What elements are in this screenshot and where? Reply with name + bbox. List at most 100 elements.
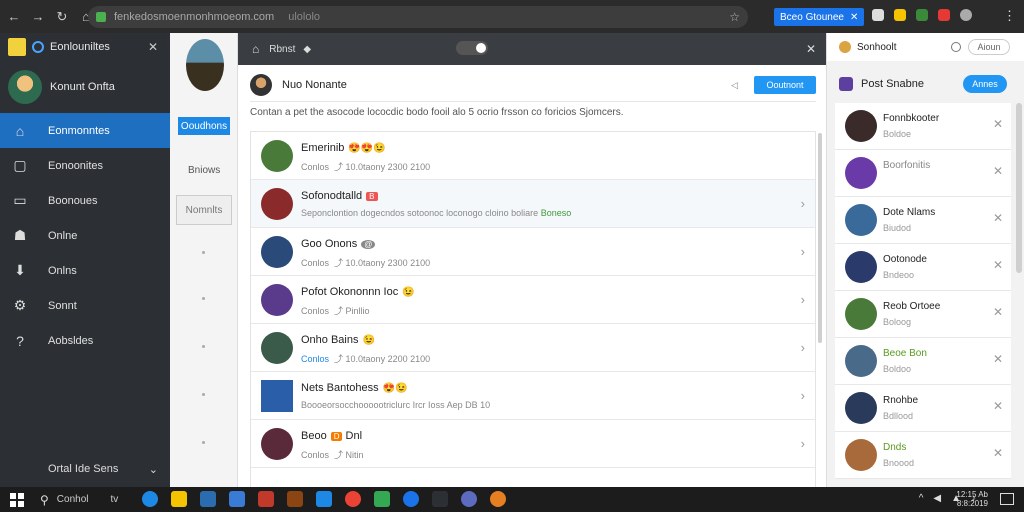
user-profile[interactable]: Konunt Onfta <box>0 61 170 113</box>
avatar[interactable] <box>186 39 224 91</box>
list-item[interactable]: Goo Onons @ Conlos ⤴ 10.0taony 2300 2100 … <box>251 228 815 276</box>
nav-item-downloads[interactable]: ⬇ Onlns <box>0 253 170 288</box>
close-icon[interactable]: ✕ <box>148 40 158 54</box>
task-view-icon[interactable]: tv <box>111 494 119 505</box>
list-item[interactable]: Reob Ortoee Boloog ✕ <box>835 291 1011 338</box>
list-item[interactable]: Onho Bains 😉 Conlos ⤴ 10.0taony 2200 2100… <box>251 324 815 372</box>
star-icon[interactable]: ☆ <box>729 10 740 24</box>
section-label[interactable]: Bniows <box>188 165 220 176</box>
extension-icon[interactable] <box>872 9 884 21</box>
chevron-up-icon[interactable]: ^ <box>919 493 924 504</box>
app-icon[interactable] <box>403 491 419 507</box>
chevron-right-icon[interactable]: › <box>801 292 805 307</box>
address-bar[interactable]: fenkedosmoenmonhmoeom.com ulololo ☆ <box>88 6 748 28</box>
folder-icon[interactable] <box>171 491 187 507</box>
clock[interactable]: 12:15 Ab 8:8:2019 <box>956 490 988 508</box>
app-icon[interactable] <box>432 491 448 507</box>
close-icon[interactable]: ✕ <box>993 305 1003 319</box>
chrome-icon[interactable] <box>345 491 361 507</box>
extension-tab[interactable]: Bceo Gtounee ✕ <box>774 8 865 26</box>
right-header-button[interactable]: Aioun <box>968 39 1010 55</box>
scrollbar[interactable] <box>1016 103 1022 273</box>
reload-icon[interactable]: ↻ <box>52 7 72 27</box>
nav-item-label: Onlne <box>48 229 78 242</box>
subheader-button[interactable]: Annes <box>963 75 1007 93</box>
triangle-icon[interactable]: ◁ <box>731 80 738 91</box>
close-icon[interactable]: ✕ <box>850 12 858 23</box>
app-icon[interactable] <box>461 491 477 507</box>
extension-icon[interactable] <box>938 9 950 21</box>
list-item[interactable]: Ootonode Bndeoo ✕ <box>835 244 1011 291</box>
close-icon[interactable]: ✕ <box>993 258 1003 272</box>
close-icon[interactable]: ✕ <box>993 211 1003 225</box>
menu-icon[interactable]: ⋮ <box>1003 8 1016 24</box>
app-icon[interactable] <box>316 491 332 507</box>
nav-item-home[interactable]: ⌂ Eonmonntes <box>0 113 170 148</box>
primary-button[interactable]: Ooudhons <box>178 117 230 135</box>
user-name: Konunt Onfta <box>50 81 115 93</box>
nav-item-label: Sonnt <box>48 299 77 312</box>
extension-tab-label: Bceo Gtounee <box>780 11 844 23</box>
close-icon[interactable]: ✕ <box>993 164 1003 178</box>
app-icon[interactable] <box>142 491 158 507</box>
chevron-right-icon[interactable]: › <box>801 244 805 259</box>
app-icon[interactable] <box>374 491 390 507</box>
list-item[interactable]: Beoe Bon Boldoo ✕ <box>835 338 1011 385</box>
extension-icon[interactable] <box>916 9 928 21</box>
extension-icon[interactable] <box>894 9 906 21</box>
close-icon[interactable]: ✕ <box>993 399 1003 413</box>
taskbar-search-label[interactable]: Conhol <box>57 494 89 505</box>
app-icon[interactable] <box>287 491 303 507</box>
list-item[interactable]: Dote Nlams Biudod ✕ <box>835 197 1011 244</box>
list-item[interactable]: Rnohbe Bdllood ✕ <box>835 385 1011 432</box>
nav-item-users[interactable]: ☗ Onlne <box>0 218 170 253</box>
toggle-switch[interactable] <box>456 41 488 55</box>
app-icon[interactable] <box>490 491 506 507</box>
app-icon[interactable] <box>200 491 216 507</box>
list-item[interactable]: Fonnbkooter Boldoe ✕ <box>835 103 1011 150</box>
status-badge: B <box>366 192 378 201</box>
gear-icon[interactable]: ◆ <box>303 44 311 55</box>
nav-item-settings[interactable]: ⚙ Sonnt <box>0 288 170 323</box>
avatar[interactable] <box>250 74 272 96</box>
avatar <box>845 110 877 142</box>
list-item[interactable]: Sofonodtalld B Seponclontion dogecndos so… <box>251 180 815 228</box>
chevron-down-icon[interactable]: ⌄ <box>149 463 158 476</box>
list-item[interactable]: Beoo D Dnl Conlos ⤴ Nitin › <box>251 420 815 468</box>
avatar <box>845 392 877 424</box>
close-icon[interactable]: ✕ <box>993 352 1003 366</box>
nav-item-help[interactable]: ? Aobsldes <box>0 323 170 358</box>
search-icon[interactable]: ⚲ <box>40 493 49 507</box>
chevron-right-icon[interactable]: › <box>801 340 805 355</box>
list-item[interactable]: Boorfonitis ✕ <box>835 150 1011 197</box>
nav-item-bookmarks[interactable]: ▢ Eonoonites <box>0 148 170 183</box>
windows-start-icon[interactable] <box>10 492 24 507</box>
chevron-right-icon[interactable]: › <box>801 196 805 211</box>
close-icon[interactable]: ✕ <box>806 42 816 56</box>
list-item[interactable]: Pofot Okononnn Ioc 😉 Conlos ⤴ Pinllio › <box>251 276 815 324</box>
forward-arrow-icon[interactable]: → <box>28 7 48 27</box>
app-icon[interactable] <box>229 491 245 507</box>
chevron-right-icon[interactable]: › <box>801 388 805 403</box>
contact-name: Rnohbe <box>883 395 919 406</box>
notification-icon[interactable] <box>1000 493 1014 505</box>
channel-button[interactable]: Ooutnont <box>754 76 816 94</box>
nav-item-cards[interactable]: ▭ Boonoues <box>0 183 170 218</box>
speaker-icon[interactable]: ◀ <box>933 493 941 504</box>
back-arrow-icon[interactable]: ← <box>4 7 24 27</box>
list-item[interactable]: Nets Bantohess 😍😉 Boooeorsocchoooootriclu… <box>251 372 815 420</box>
app-icon[interactable] <box>258 491 274 507</box>
home-icon[interactable]: ⌂ <box>252 42 259 56</box>
section-box[interactable]: Nomnlts <box>176 195 232 225</box>
close-icon[interactable]: ✕ <box>993 446 1003 460</box>
list-item[interactable]: Emerinib 😍😍😉 Conlos ⤴ 10.0taony 2300 2100 <box>251 132 815 180</box>
nav-footer[interactable]: Ortal Ide Sens ⌄ <box>0 463 170 476</box>
list-item[interactable]: Dnds Bnoood ✕ <box>835 432 1011 479</box>
circle-icon[interactable] <box>951 42 961 52</box>
profile-icon[interactable] <box>960 9 972 21</box>
emoji-icon: 😉 <box>362 335 375 346</box>
scrollbar[interactable] <box>818 133 822 343</box>
chevron-right-icon[interactable]: › <box>801 436 805 451</box>
right-panel-header: Sonhoolt Aioun <box>827 33 1024 61</box>
close-icon[interactable]: ✕ <box>993 117 1003 131</box>
